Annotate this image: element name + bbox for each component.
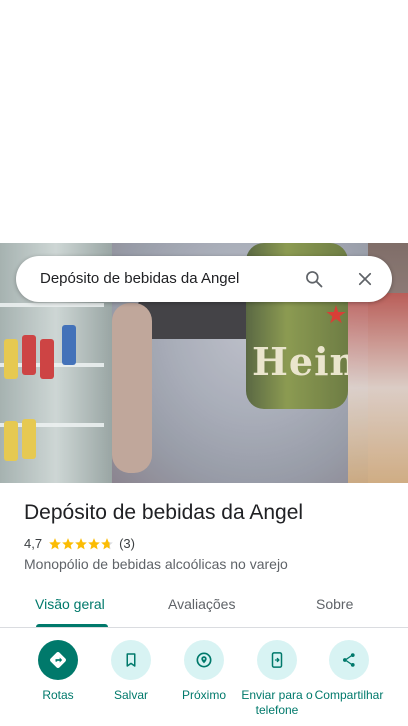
share-button[interactable]: Compartilhar (309, 640, 389, 703)
tab-about[interactable]: Sobre (316, 596, 353, 612)
send-to-phone-label: Enviar para o telefone (241, 688, 313, 717)
tab-overview[interactable]: Visão geral (35, 596, 105, 612)
star-icon (75, 537, 87, 549)
tab-indicator (36, 624, 108, 627)
share-label: Compartilhar (314, 688, 384, 702)
place-tabs: Visão geral Avaliações Sobre (0, 586, 408, 628)
directions-button[interactable]: Rotas (18, 640, 98, 703)
place-title: Depósito de bebidas da Angel (24, 501, 304, 524)
nearby-button[interactable]: Próximo (164, 640, 244, 703)
save-button[interactable]: Salvar (91, 640, 171, 703)
place-category[interactable]: Monopólio de bebidas alcoólicas no varej… (24, 556, 288, 572)
map-area[interactable] (0, 0, 408, 243)
search-query[interactable]: Depósito de bebidas da Angel (40, 270, 239, 287)
send-to-phone-button[interactable]: Enviar para o telefone (237, 640, 317, 718)
tab-reviews[interactable]: Avaliações (168, 596, 235, 612)
send-to-phone-icon (271, 652, 283, 668)
search-icon[interactable] (302, 267, 326, 291)
directions-icon (50, 652, 66, 668)
star-icon (49, 537, 61, 549)
star-icon (62, 537, 74, 549)
share-icon (343, 653, 355, 667)
close-icon[interactable] (353, 267, 377, 291)
nearby-label: Próximo (181, 688, 226, 702)
bookmark-icon (126, 653, 136, 667)
directions-label: Rotas (42, 688, 74, 702)
star-icon (88, 537, 100, 549)
save-label: Salvar (113, 688, 148, 702)
search-bar[interactable]: Depósito de bebidas da Angel (16, 256, 392, 302)
star-half-icon (101, 537, 113, 549)
action-bar: Rotas Salvar Próximo Enviar para o telef… (0, 640, 408, 726)
rating-row[interactable]: 4,7 (3) (24, 536, 135, 551)
rating-stars (48, 537, 113, 551)
review-count[interactable]: (3) (119, 536, 135, 551)
rating-value: 4,7 (24, 536, 43, 551)
nearby-icon (196, 652, 212, 668)
